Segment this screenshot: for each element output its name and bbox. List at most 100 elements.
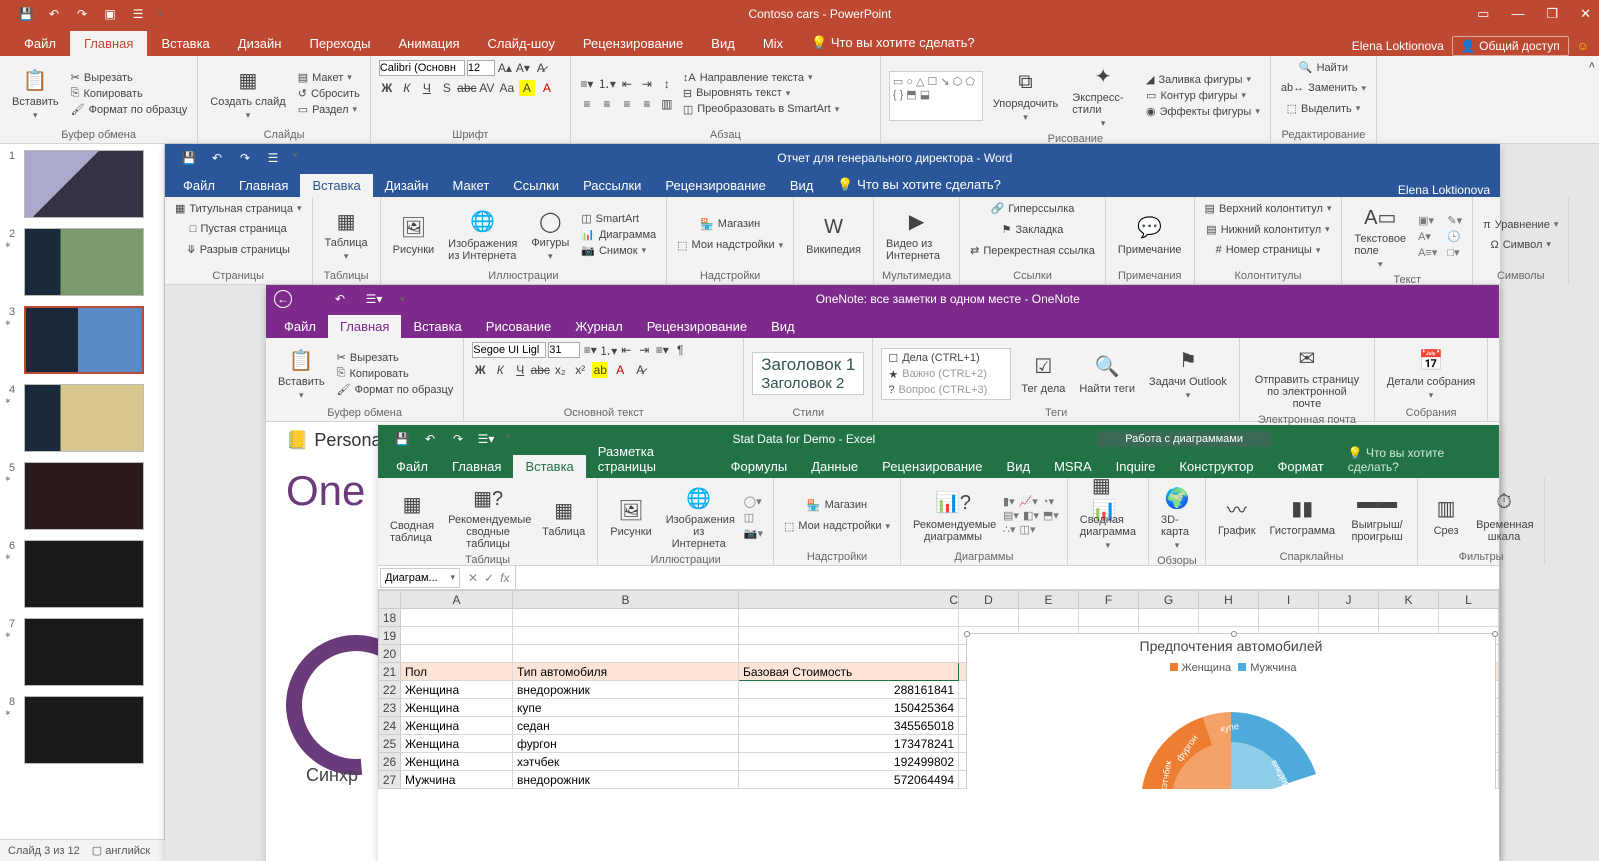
paste-button[interactable]: 📋Вставить▾ <box>274 344 329 403</box>
numbering-icon[interactable]: ⒈▾ <box>599 76 615 92</box>
row-header[interactable]: 22 <box>379 681 401 699</box>
align-left-icon[interactable]: ≡ <box>579 96 595 112</box>
columns-icon[interactable]: ▥ <box>659 96 675 112</box>
align-icon[interactable]: ≡▾ <box>654 342 670 358</box>
slideshow-icon[interactable]: ▣ <box>102 6 118 22</box>
slide-panel[interactable]: 1 2✶ 3✶ 4✶ 5✶ 6✶ 7✶ 8✶ <box>0 144 165 839</box>
underline-icon[interactable]: Ч <box>419 80 435 96</box>
tab-file[interactable]: Файл <box>10 31 70 56</box>
surface-chart-icon[interactable]: ◫▾ <box>1020 523 1036 536</box>
col-header[interactable]: C <box>739 591 959 609</box>
touch-icon[interactable]: ☰▾ <box>478 431 494 447</box>
page-number-button[interactable]: # Номер страницы▾ <box>1214 243 1323 257</box>
online-pictures-button[interactable]: 🌐Изображения из Интернета <box>662 482 736 552</box>
wikipedia-button[interactable]: WВикипедия <box>802 212 865 258</box>
tags-gallery[interactable]: ☐ Дела (CTRL+1) ★ Важно (CTRL+2) ? Вопро… <box>881 348 1011 400</box>
sparkline-col-button[interactable]: ▮▮Гистограмма <box>1266 493 1340 539</box>
tab-design[interactable]: Дизайн <box>224 31 296 56</box>
align-text-button[interactable]: ⊟ Выровнять текст▾ <box>681 86 841 101</box>
spreadsheet-grid[interactable]: A B C D E F G H I J K L 18 19 20 21ПолТи… <box>378 590 1499 789</box>
tab-view[interactable]: Вид <box>778 174 826 197</box>
user-label[interactable]: Elena Loktionova <box>1388 183 1500 197</box>
tellme[interactable]: 💡 Что вы хотите сделать? <box>797 30 989 56</box>
tab-insert[interactable]: Вставка <box>401 315 473 338</box>
tab-slideshow[interactable]: Слайд-шоу <box>474 31 569 56</box>
table-button[interactable]: ▦Таблица <box>538 494 589 540</box>
find-button[interactable]: 🔍 Найти <box>1297 60 1350 75</box>
table-button[interactable]: ▦Таблица▾ <box>321 205 372 264</box>
strike-icon[interactable]: abc <box>459 80 475 96</box>
sunburst-chart-icon[interactable]: внедоро... купе фургон кэтчбек <box>1131 702 1331 789</box>
tab-format[interactable]: Формат <box>1266 455 1336 478</box>
collapse-ribbon-icon[interactable]: ˄ <box>1589 60 1595 72</box>
row-header[interactable]: 23 <box>379 699 401 717</box>
tab-design[interactable]: Дизайн <box>373 174 441 197</box>
cell[interactable]: фургон <box>513 735 739 753</box>
pivottable-button[interactable]: ▦Сводная таблица <box>386 488 438 546</box>
email-page-button[interactable]: ✉Отправить страницу по электронной почте <box>1248 342 1366 412</box>
tab-layout[interactable]: Макет <box>440 174 501 197</box>
paste-button[interactable]: 📋Вставить▾ <box>8 64 63 123</box>
slide-thumb-3[interactable]: 3✶ <box>4 306 160 374</box>
slide-thumb-2[interactable]: 2✶ <box>4 228 160 296</box>
tab-review[interactable]: Рецензирование <box>635 315 759 338</box>
redo-icon[interactable]: ↷ <box>74 6 90 22</box>
enter-formula-icon[interactable]: ✓ <box>484 571 494 585</box>
tab-pagelayout[interactable]: Разметка страницы <box>586 440 719 478</box>
footer-button[interactable]: ▤ Нижний колонтитул▾ <box>1204 222 1331 237</box>
ppt-titlebar[interactable]: 💾 ↶ ↷ ▣ ☰ ▾ Contoso cars - PowerPoint ▭ … <box>0 0 1599 28</box>
undo-icon[interactable]: ↶ <box>209 150 225 166</box>
smiley-icon[interactable]: ☺ <box>1577 39 1589 53</box>
object-icon[interactable]: □▾ <box>1445 245 1464 260</box>
col-header[interactable]: J <box>1319 591 1379 609</box>
tag-todo[interactable]: ☐ Дела (CTRL+1) <box>886 351 1006 366</box>
shapes-icon[interactable]: ◯▾ <box>742 494 765 509</box>
stat-chart-icon[interactable]: ◧▾ <box>1023 509 1039 522</box>
quick-styles-button[interactable]: ✦Экспресс-стили▾ <box>1068 60 1138 131</box>
chart-button[interactable]: 📊 Диаграмма <box>579 227 658 242</box>
layout-button[interactable]: ▤ Макет▾ <box>296 70 362 85</box>
slicer-button[interactable]: ▥Срез <box>1426 493 1466 539</box>
slide-counter[interactable]: Слайд 3 из 12 <box>8 845 80 857</box>
font-size-input[interactable] <box>548 342 580 358</box>
tab-data[interactable]: Данные <box>799 455 870 478</box>
cell[interactable]: Женщина <box>401 735 513 753</box>
smartart-icon[interactable]: ◫ <box>742 510 765 525</box>
recommended-charts-button[interactable]: 📊?Рекомендуемые диаграммы <box>909 487 997 545</box>
clear-format-icon[interactable]: A̷ <box>533 60 549 76</box>
highlight-icon[interactable]: A <box>519 80 535 96</box>
timeline-button[interactable]: ⏱Временная шкала <box>1472 487 1536 545</box>
row-header[interactable]: 20 <box>379 645 401 663</box>
wordart-icon[interactable]: A▾ <box>1416 229 1439 244</box>
format-painter-button[interactable]: 🖌 Формат по образцу <box>335 382 456 397</box>
symbol-button[interactable]: Ω Символ▾ <box>1489 238 1553 252</box>
slide-thumb-4[interactable]: 4✶ <box>4 384 160 452</box>
shapes-gallery[interactable]: ▭ ○ △ ☐ ↘ ⬡ ⬠ { } ⬒ ⬓ <box>889 71 983 121</box>
tab-history[interactable]: Журнал <box>563 315 634 338</box>
blank-page-button[interactable]: □ Пустая страница <box>188 222 289 236</box>
tab-design[interactable]: Конструктор <box>1167 455 1265 478</box>
touch-icon[interactable]: ☰▾ <box>366 291 382 307</box>
online-video-button[interactable]: ▶Видео из Интернета <box>882 206 951 264</box>
col-header[interactable]: K <box>1379 591 1439 609</box>
col-header[interactable]: L <box>1439 591 1499 609</box>
hier-chart-icon[interactable]: ▤▾ <box>1003 509 1019 522</box>
cancel-formula-icon[interactable]: ✕ <box>468 571 478 585</box>
new-slide-button[interactable]: ▦Создать слайд▾ <box>206 64 289 123</box>
cut-button[interactable]: ✂ Вырезать <box>69 70 190 85</box>
textbox-button[interactable]: A▭Текстовое поле▾ <box>1350 201 1410 272</box>
my-addins-button[interactable]: ⬚ Мои надстройки ▾ <box>782 519 892 534</box>
tab-formulas[interactable]: Формулы <box>719 455 800 478</box>
todo-tag-button[interactable]: ☑Тег дела <box>1017 351 1069 397</box>
col-header[interactable]: F <box>1079 591 1139 609</box>
reset-button[interactable]: ↺ Сбросить <box>296 86 362 101</box>
replace-button[interactable]: ab↔ Заменить▾ <box>1279 81 1368 95</box>
cell[interactable]: Тип автомобиля <box>513 663 739 681</box>
bullets-icon[interactable]: ≡▾ <box>579 76 595 92</box>
numbering-icon[interactable]: ⒈▾ <box>600 342 616 358</box>
cut-button[interactable]: ✂ Вырезать <box>335 350 456 365</box>
bold-icon[interactable]: Ж <box>472 362 488 378</box>
screenshot-button[interactable]: 📷 Снимок▾ <box>579 243 658 258</box>
pictures-button[interactable]: 🖼Рисунки <box>606 494 656 540</box>
find-tags-button[interactable]: 🔍Найти теги <box>1075 351 1139 397</box>
